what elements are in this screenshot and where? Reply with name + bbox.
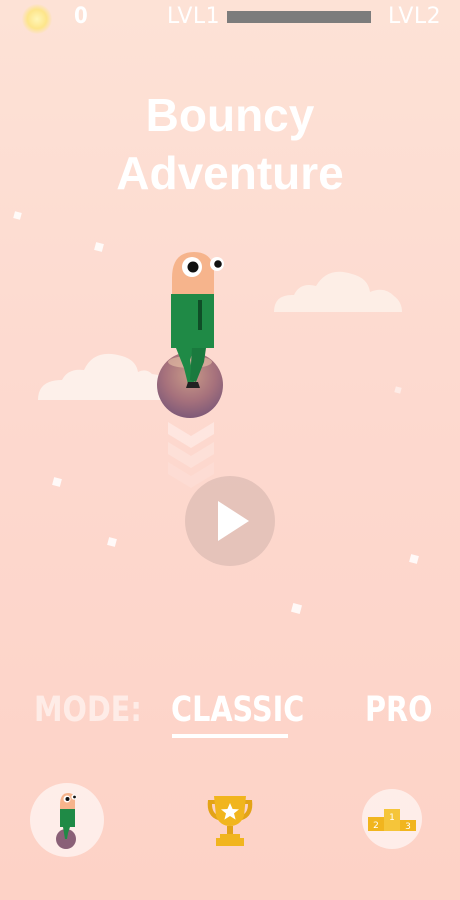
next-level-label: LVL2 [388, 4, 442, 29]
level-progress-bar [227, 11, 371, 23]
current-level-label: LVL1 [167, 4, 221, 29]
leaderboard-podium-icon: 2 1 3 [368, 809, 416, 832]
confetti-piece [52, 477, 62, 487]
play-button[interactable] [185, 476, 275, 566]
character-select-button[interactable] [30, 783, 104, 857]
podium-place-1: 1 [389, 813, 395, 823]
confetti-piece [13, 211, 22, 220]
game-title-line-2: Adventure [116, 147, 344, 199]
leaderboard-button[interactable]: 2 1 3 [362, 789, 422, 849]
cloud-right [274, 271, 402, 312]
confetti-piece [290, 602, 303, 615]
mode-option-pro[interactable]: PRO [365, 690, 433, 730]
character-select-icon [56, 793, 77, 849]
score-counter: 0 [74, 4, 88, 29]
mode-label: MODE: [34, 690, 142, 730]
confetti-piece [107, 537, 117, 547]
play-icon [218, 501, 249, 541]
confetti-piece [409, 554, 419, 564]
trophy-icon[interactable] [200, 792, 260, 852]
mode-option-classic[interactable]: CLASSIC [171, 690, 304, 730]
confetti-piece [94, 242, 104, 252]
sun-icon [22, 4, 52, 34]
selected-mode-underline [172, 734, 288, 738]
podium-place-3: 3 [405, 822, 411, 832]
player-character [157, 252, 224, 418]
podium-place-2: 2 [373, 821, 379, 831]
game-title-line-1: Bouncy [145, 89, 315, 141]
confetti-piece [394, 386, 402, 394]
